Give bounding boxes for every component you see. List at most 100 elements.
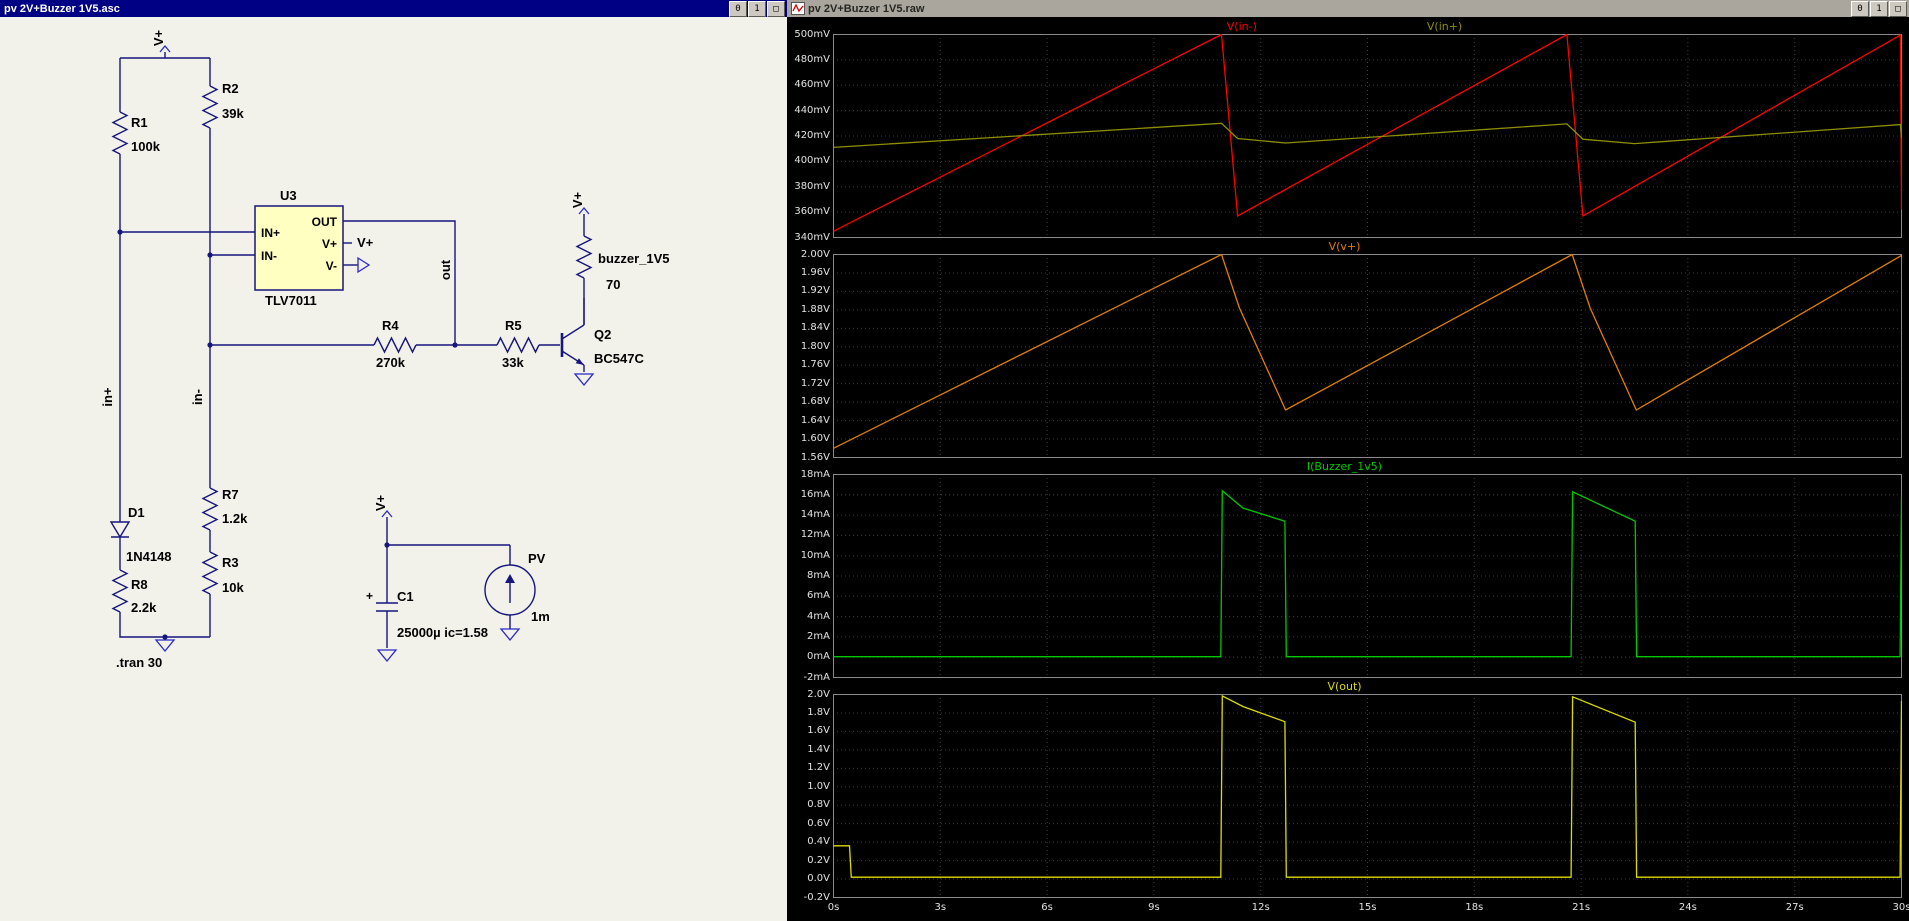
minimize-button[interactable]: 0 [1851, 0, 1869, 17]
resistor-r4[interactable]: R4 270k [373, 318, 417, 370]
plot-canvas[interactable] [833, 474, 1902, 678]
current-source-pv[interactable]: PV 1m [484, 551, 550, 624]
u3-pin-vminus: V- [326, 259, 337, 273]
capacitor-c1[interactable]: + C1 25000µ ic=1.58 [366, 589, 488, 640]
y-axis: 18mA 16mA 14mA 12mA 10mA 8mA 6mA 4mA 2mA 0mA -2mA [787, 469, 833, 683]
ground-flag-bottom[interactable] [154, 639, 176, 653]
x-tick-label: 15s [1358, 902, 1377, 913]
net-label-in-minus[interactable]: in- [190, 389, 205, 405]
r2-value: 39k [222, 106, 244, 121]
vplus-flag-buzzer[interactable]: V+ [570, 191, 590, 215]
resistor-r5[interactable]: R5 33k [496, 318, 540, 370]
d1-part: 1N4148 [126, 549, 172, 564]
y-tick-label: 480mV [794, 53, 830, 65]
net-label-in-plus[interactable]: in+ [100, 387, 115, 407]
y-tick-label: 1.96V [800, 266, 830, 278]
y-tick-label: 2.0V [807, 688, 830, 700]
y-tick-label: 2.00V [800, 248, 830, 260]
trace-I(Buzzer_1v5) [833, 489, 1902, 658]
vplus-flag-c1[interactable]: V+ [373, 494, 393, 519]
r5-value: 33k [502, 355, 524, 370]
y-tick-label: 1.56V [800, 451, 830, 463]
r5-label: R5 [505, 318, 522, 333]
q2-label: Q2 [594, 327, 611, 342]
waveform-titlebar[interactable]: pv 2V+Buzzer 1V5.raw 0 1 □ [787, 0, 1909, 18]
y-tick-label: 12mA [800, 529, 830, 541]
y-tick-label: 4mA [807, 610, 830, 622]
x-tick-label: 24s [1678, 902, 1697, 913]
y-tick-label: 1.64V [800, 414, 830, 426]
plot-pane-vout[interactable]: V(out) 2.0V 1.8V 1.6V 1.4V 1.2V 1.0V 0.8V 0.6V 0… [787, 679, 1902, 903]
wires[interactable] [119, 52, 585, 648]
y-tick-label: 440mV [794, 104, 830, 116]
maximize-button[interactable]: 1 [1870, 0, 1888, 17]
y-axis: 500mV 480mV 460mV 440mV 420mV 400mV 380mV 360mV… [787, 29, 833, 243]
u3-pin-out: OUT [312, 215, 338, 229]
y-tick-label: -2mA [803, 671, 830, 683]
u3-part: TLV7011 [265, 293, 317, 308]
y-axis: 2.00V 1.96V 1.92V 1.88V 1.84V 1.80V 1.76V 1.72V… [787, 249, 833, 463]
c1-value: 25000µ ic=1.58 [397, 625, 488, 640]
y-tick-label: 460mV [794, 79, 830, 91]
y-tick-label: 1.2V [807, 762, 830, 774]
plot-canvas[interactable] [833, 694, 1902, 898]
y-tick-label: 2mA [807, 630, 830, 642]
window-controls: 0 1 □ [1850, 0, 1907, 17]
y-tick-label: 360mV [794, 206, 830, 218]
resistor-r2[interactable]: R2 39k [201, 81, 244, 129]
schematic-titlebar[interactable]: pv 2V+Buzzer 1V5.asc 0 1 □ [0, 0, 787, 17]
schematic-svg: V+ V+ V+ R1 100k R2 39k U3 IN+ IN- OUT V… [100, 29, 670, 670]
plot-canvas[interactable] [833, 34, 1902, 238]
y-tick-label: 1.84V [800, 322, 830, 334]
y-tick-label: 1.4V [807, 743, 830, 755]
resistor-r7[interactable]: R7 1.2k [201, 487, 248, 531]
x-tick-label: 30s [1892, 902, 1909, 913]
y-tick-label: 400mV [794, 155, 830, 167]
y-tick-label: 0.4V [807, 836, 830, 848]
trace-title[interactable]: I(Buzzer_1v5) [1307, 460, 1382, 473]
x-tick-label: 9s [1148, 902, 1160, 913]
pane-titles: V(v+) [787, 239, 1902, 254]
schematic-canvas[interactable]: V+ V+ V+ R1 100k R2 39k U3 IN+ IN- OUT V… [0, 0, 787, 921]
y-tick-label: 14mA [800, 509, 830, 521]
x-tick-label: 12s [1251, 902, 1270, 913]
resistor-r3[interactable]: R3 10k [201, 551, 244, 595]
time-axis: 0s 3s 6s 9s 12s 15s 18s 21s 24s 27s 30s [828, 899, 1909, 919]
trace-title[interactable]: V(in-) [1227, 20, 1257, 33]
r8-value: 2.2k [131, 600, 157, 615]
plot-pane-ibuzzer[interactable]: I(Buzzer_1v5) 18mA 16mA 14mA 12mA 10mA 8mA 6mA… [787, 459, 1902, 683]
c1-label: C1 [397, 589, 414, 604]
comparator-u3[interactable]: U3 IN+ IN- OUT V+ V- TLV7011 V+ [254, 188, 374, 308]
resistor-buzzer[interactable]: buzzer_1V5 70 [575, 235, 670, 292]
resistor-r1[interactable]: R1 100k [111, 111, 161, 155]
pane-titles: I(Buzzer_1v5) [787, 459, 1902, 474]
maximize-button[interactable]: 1 [748, 0, 766, 17]
vplus-net-label: V+ [373, 494, 388, 511]
vplus-net-label: V+ [151, 29, 166, 46]
trace-title[interactable]: V(out) [1327, 680, 1361, 693]
close-button[interactable]: □ [767, 0, 785, 17]
ground-flag-c1[interactable] [376, 649, 398, 663]
plot-pane-vplus[interactable]: V(v+) 2.00V 1.96V 1.92V 1.88V 1.84V 1.80V 1.76… [787, 239, 1902, 463]
pane-svg [833, 254, 1902, 458]
transistor-q2[interactable]: Q2 BC547C [560, 298, 644, 366]
pane-titles: V(in-) V(in+) [787, 19, 1902, 34]
u3-vplus-net: V+ [357, 235, 374, 250]
plot-pane-vin[interactable]: V(in-) V(in+) 500mV 480mV 460mV 440mV 420mV 40… [787, 19, 1902, 243]
resistor-r8[interactable]: R8 2.2k [111, 569, 157, 615]
trace-title[interactable]: V(in+) [1427, 20, 1462, 33]
y-tick-label: 420mV [794, 130, 830, 141]
minimize-button[interactable]: 0 [729, 0, 747, 17]
plot-canvas[interactable] [833, 254, 1902, 458]
net-label-out[interactable]: out [438, 259, 453, 280]
y-tick-label: 6mA [807, 590, 830, 602]
vminus-flag-u3[interactable] [357, 256, 371, 274]
spice-directive[interactable]: .tran 30 [116, 655, 162, 670]
trace-title[interactable]: V(v+) [1329, 240, 1361, 253]
close-button[interactable]: □ [1889, 0, 1907, 17]
ground-flag-q2[interactable] [573, 373, 595, 387]
vplus-flag-top[interactable]: V+ [151, 29, 171, 53]
ground-flag-pv[interactable] [499, 628, 521, 642]
pane-svg [833, 34, 1902, 238]
x-tick-label: 27s [1785, 902, 1804, 913]
